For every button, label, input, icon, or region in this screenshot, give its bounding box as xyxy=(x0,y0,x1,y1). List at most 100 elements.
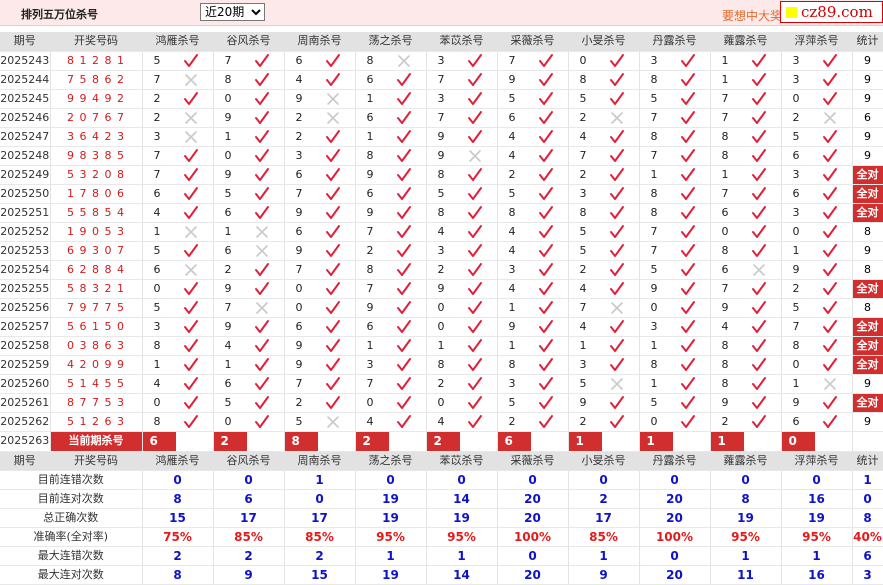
check-icon xyxy=(254,376,269,390)
kill-cell: 7 xyxy=(710,279,782,299)
check-icon xyxy=(751,53,766,67)
check-icon xyxy=(325,53,340,67)
stat-value: 0 xyxy=(213,470,285,490)
check-icon xyxy=(609,357,624,371)
kill-number: 8 xyxy=(437,167,445,181)
period-select[interactable]: 近20期 xyxy=(200,3,265,21)
stat-value: 0 xyxy=(497,546,569,566)
kill-cell: 7 xyxy=(213,298,285,318)
check-icon xyxy=(254,281,269,295)
column-header: 采薇杀号 xyxy=(497,32,569,52)
kill-cell: 3 xyxy=(781,70,853,90)
kill-number: 1 xyxy=(792,376,800,390)
kill-cell: 0 xyxy=(355,393,427,413)
table-row: 2025249 5 3 2 0 8 7 9 6 9 8 2 2 1 1 3 全对 xyxy=(0,165,883,185)
kill-cell: 8 xyxy=(639,184,711,204)
kill-cell: 8 xyxy=(639,127,711,147)
kill-cell: 2 xyxy=(710,412,782,432)
check-icon xyxy=(254,205,269,219)
check-icon xyxy=(538,395,553,409)
cross-icon xyxy=(184,73,197,86)
kill-number: 1 xyxy=(721,167,729,181)
check-icon xyxy=(822,243,837,257)
period-id: 2025249 xyxy=(0,165,51,185)
current-kill-number: 0 xyxy=(781,431,815,450)
stat-count: 9 xyxy=(852,51,883,71)
kill-number: 8 xyxy=(650,129,658,143)
stat-value: 2 xyxy=(568,489,640,509)
check-icon xyxy=(680,186,695,200)
stat-value: 0 xyxy=(781,470,853,490)
kill-number: 8 xyxy=(721,357,729,371)
kill-number: 6 xyxy=(366,319,374,333)
check-icon xyxy=(680,167,695,181)
current-kill-cell: 6 xyxy=(142,431,214,452)
check-icon xyxy=(183,53,198,67)
kill-cell: 1 xyxy=(639,165,711,185)
kill-cell: 0 xyxy=(781,355,853,375)
check-icon xyxy=(538,129,553,143)
kill-number: 8 xyxy=(153,414,161,428)
kill-cell: 1 xyxy=(639,374,711,394)
kill-cell: 9 xyxy=(284,203,356,223)
check-icon xyxy=(467,338,482,352)
check-icon xyxy=(183,186,198,200)
check-icon xyxy=(254,72,269,86)
kill-number: 7 xyxy=(153,167,161,181)
check-icon xyxy=(183,395,198,409)
check-icon xyxy=(680,262,695,276)
draw-number: 2 0 7 6 7 xyxy=(50,108,143,128)
kill-cell: 8 xyxy=(710,241,782,261)
kill-cell: 3 xyxy=(639,317,711,337)
draw-number: 5 1 2 6 3 xyxy=(50,412,143,432)
current-kill-cell: 2 xyxy=(355,431,427,452)
kill-cell: 0 xyxy=(284,279,356,299)
kill-number: 6 xyxy=(792,186,800,200)
kill-cell: 8 xyxy=(710,374,782,394)
kill-cell: 7 xyxy=(568,298,640,318)
check-icon xyxy=(467,262,482,276)
check-icon xyxy=(183,300,198,314)
site-logo[interactable]: cz89.com xyxy=(780,1,883,23)
kill-number: 8 xyxy=(721,338,729,352)
kill-cell: 4 xyxy=(497,222,569,242)
stat-value: 85% xyxy=(284,527,356,547)
current-kill-cell: 2 xyxy=(426,431,498,452)
kill-cell: 8 xyxy=(710,355,782,375)
banner-text[interactable]: 要想中大奖 xyxy=(722,7,782,24)
kill-number: 8 xyxy=(650,186,658,200)
kill-number: 2 xyxy=(792,110,800,124)
check-icon xyxy=(822,72,837,86)
check-icon xyxy=(680,376,695,390)
stat-label: 准确率(全对率) xyxy=(0,527,143,547)
check-icon xyxy=(538,167,553,181)
table-header: 期号 开奖号码 鸿雁杀号 谷风杀号 周南杀号 荡之杀号 苯苡杀号 采薇杀号 小旻杀号 丹露杀号 蕹露… xyxy=(0,32,883,52)
check-icon xyxy=(680,243,695,257)
check-icon xyxy=(609,167,624,181)
check-icon xyxy=(751,395,766,409)
check-icon xyxy=(751,205,766,219)
stat-value: 0 xyxy=(639,470,711,490)
kill-number: 5 xyxy=(650,262,658,276)
kill-cell: 6 xyxy=(213,203,285,223)
draw-number: 1 7 8 0 6 xyxy=(50,184,143,204)
kill-number: 4 xyxy=(508,243,516,257)
kill-number: 3 xyxy=(650,53,658,67)
check-icon xyxy=(751,91,766,105)
kill-number: 8 xyxy=(366,262,374,276)
table-row: 2025247 3 6 4 2 3 3 1 2 1 9 4 4 8 8 5 9 xyxy=(0,127,883,147)
kill-cell: 5 xyxy=(213,184,285,204)
stat-value: 1 xyxy=(284,470,356,490)
column-header: 鸿雁杀号 xyxy=(142,32,214,52)
kill-number: 1 xyxy=(366,91,374,105)
stat-value: 8 xyxy=(142,565,214,585)
period-id: 2025246 xyxy=(0,108,51,128)
check-icon xyxy=(538,243,553,257)
check-icon xyxy=(609,186,624,200)
cross-icon xyxy=(610,111,623,124)
period-id: 2025247 xyxy=(0,127,51,147)
kill-number: 2 xyxy=(792,281,800,295)
current-kill-number: 2 xyxy=(213,431,247,450)
kill-number: 5 xyxy=(508,186,516,200)
kill-number: 2 xyxy=(153,91,161,105)
